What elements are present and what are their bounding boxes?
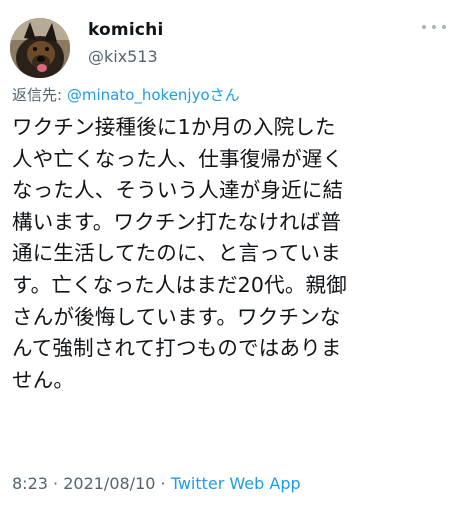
display-name[interactable]: komichi — [88, 20, 163, 40]
more-dot — [422, 25, 426, 29]
tweet-text: ワクチン接種後に1か月の入院した 人や亡くなった人、仕事復帰が遅く なった人、そ… — [12, 112, 448, 396]
tweet-text-line: ワクチン接種後に1か月の入院した — [12, 115, 336, 139]
tweet-text-line: なった人、そういう人達が身近に結 — [12, 178, 344, 203]
meta-separator: · — [155, 474, 171, 493]
reply-mention-link[interactable]: @minato_hokenjyo — [67, 86, 210, 104]
more-dot — [432, 25, 436, 29]
tweet-date[interactable]: 2021/08/10 — [63, 474, 155, 493]
dog-avatar-icon — [10, 18, 70, 78]
tweet-text-line: す。亡くなった人はまだ20代。親御 — [12, 272, 347, 297]
reply-suffix[interactable]: さん — [210, 86, 240, 104]
tweet-text-line: さんが後悔しています。ワクチンな — [12, 304, 341, 329]
reply-to-line: 返信先: @minato_hokenjyoさん — [12, 84, 240, 105]
tweet-text-line: んて強制されて打つものではありま — [12, 336, 342, 361]
tweet-meta: 8:23 · 2021/08/10 · Twitter Web App — [12, 474, 301, 493]
more-horizontal-icon[interactable] — [422, 20, 446, 34]
user-handle[interactable]: @kix513 — [88, 47, 158, 66]
tweet: komichi @kix513 返信先: @minato_hokenjyoさん … — [0, 0, 458, 508]
tweet-text-line: 通に生活してたのに、と言っていま — [12, 241, 341, 266]
tweet-text-line: せん。 — [12, 367, 75, 392]
tweet-source-link[interactable]: Twitter Web App — [171, 474, 301, 493]
avatar[interactable] — [10, 18, 70, 78]
tweet-time[interactable]: 8:23 — [12, 474, 48, 493]
meta-separator: · — [47, 474, 64, 493]
tweet-text-line: 人や亡くなった人、仕事復帰が遅く — [12, 146, 344, 171]
tweet-text-line: 構います。ワクチン打たなければ普 — [12, 209, 342, 234]
reply-prefix: 返信先: — [12, 86, 67, 104]
more-dot — [442, 25, 446, 29]
